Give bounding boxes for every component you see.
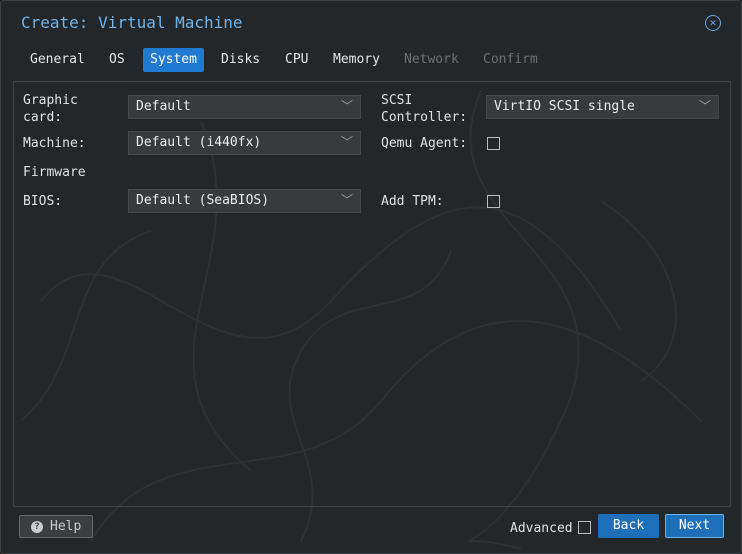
dialog-titlebar: Create: Virtual Machine ✕ <box>1 1 741 45</box>
graphic-card-label-line1: Graphic <box>23 93 78 108</box>
back-button[interactable]: Back <box>598 514 659 538</box>
dialog-title: Create: Virtual Machine <box>21 13 243 32</box>
add-tpm-label: Add TPM: <box>381 194 444 209</box>
chevron-down-icon: ﹀ <box>340 193 353 207</box>
machine-value: Default (i440fx) <box>136 135 262 150</box>
tab-system[interactable]: System <box>143 48 204 72</box>
advanced-checkbox[interactable] <box>578 521 591 534</box>
graphic-card-label: Graphic card: <box>23 92 78 126</box>
scsi-controller-label: SCSI Controller: <box>381 92 467 126</box>
qemu-agent-label: Qemu Agent: <box>381 136 468 151</box>
qemu-agent-checkbox[interactable] <box>487 137 500 150</box>
graphic-card-select[interactable]: Default ﹀ <box>128 95 361 119</box>
advanced-label: Advanced <box>510 521 573 536</box>
tab-memory[interactable]: Memory <box>326 48 387 72</box>
help-button[interactable]: ? Help <box>19 515 93 538</box>
scsi-controller-value: VirtIO SCSI single <box>494 99 635 114</box>
bios-select[interactable]: Default (SeaBIOS) ﹀ <box>128 189 361 213</box>
chevron-down-icon: ﹀ <box>340 135 353 149</box>
chevron-down-icon: ﹀ <box>340 99 353 113</box>
tab-disks[interactable]: Disks <box>214 48 267 72</box>
close-icon[interactable]: ✕ <box>705 15 721 31</box>
dialog-footer: ? Help Advanced Back Next <box>1 509 741 553</box>
tab-general[interactable]: General <box>23 48 92 72</box>
scsi-controller-label-line1: SCSI <box>381 93 413 108</box>
graphic-card-label-line2: card: <box>23 110 63 125</box>
bios-value: Default (SeaBIOS) <box>136 193 270 208</box>
system-panel <box>13 81 731 507</box>
firmware-header: Firmware <box>23 165 86 180</box>
chevron-down-icon: ﹀ <box>698 99 711 113</box>
bios-label: BIOS: <box>23 194 63 209</box>
scsi-controller-label-line2: Controller: <box>381 110 468 125</box>
machine-select[interactable]: Default (i440fx) ﹀ <box>128 131 361 155</box>
create-vm-dialog: Create: Virtual Machine ✕ General OS Sys… <box>0 0 742 554</box>
tab-network: Network <box>404 52 459 67</box>
machine-label: Machine: <box>23 136 86 151</box>
tab-confirm: Confirm <box>483 52 538 67</box>
tab-os[interactable]: OS <box>102 48 132 72</box>
question-circle-icon: ? <box>31 521 43 533</box>
scsi-controller-select[interactable]: VirtIO SCSI single ﹀ <box>486 95 719 119</box>
help-button-label: Help <box>50 519 82 534</box>
tab-cpu[interactable]: CPU <box>278 48 315 72</box>
add-tpm-checkbox[interactable] <box>487 195 500 208</box>
graphic-card-value: Default <box>136 99 191 114</box>
next-button[interactable]: Next <box>665 514 724 538</box>
